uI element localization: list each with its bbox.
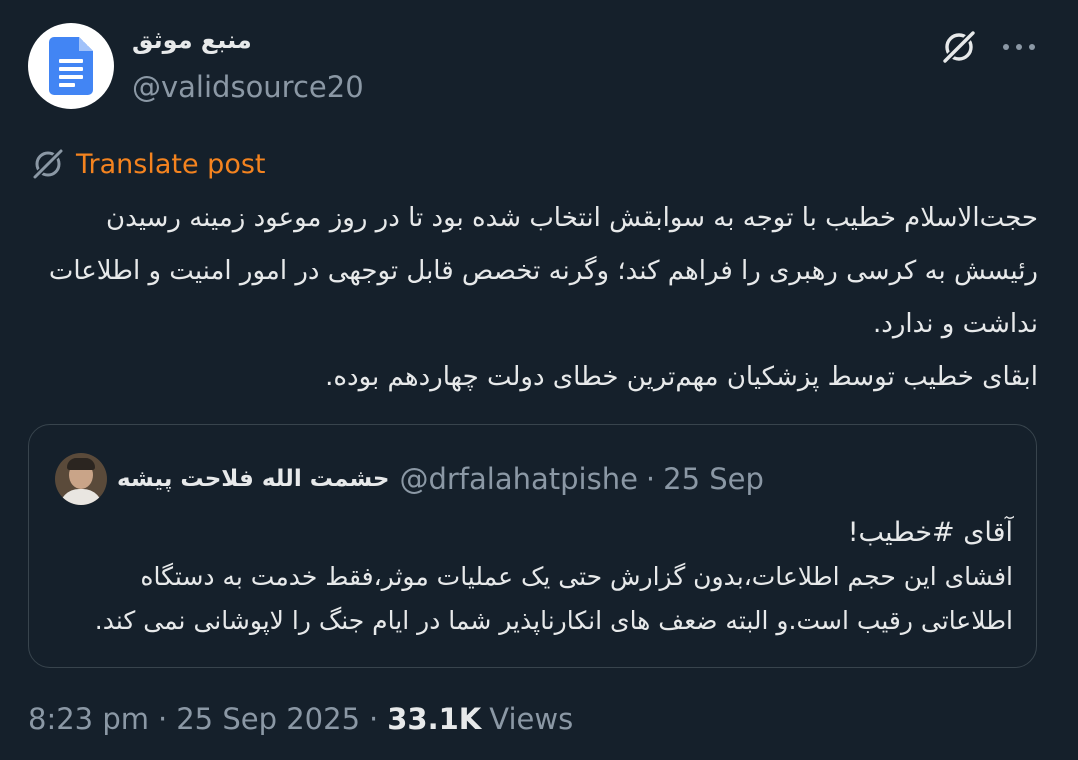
quoted-post-title: آقای #خطیب! — [847, 517, 1013, 548]
more-horizontal-icon — [1003, 44, 1035, 50]
quoted-post-date[interactable]: 25 Sep — [663, 462, 764, 496]
quoted-post[interactable]: حشمت الله فلاحت پیشه @drfalahatpishe · 2… — [28, 424, 1037, 668]
post-date[interactable]: 25 Sep 2025 — [176, 702, 360, 736]
quoted-post-text: افشای این حجم اطلاعات،بدون گزارش حتی یک … — [94, 562, 1013, 635]
post-time[interactable]: 8:23 pm — [28, 702, 149, 736]
translate-post-link[interactable]: Translate post — [30, 146, 266, 182]
quoted-author-name[interactable]: حشمت الله فلاحت پیشه — [117, 466, 389, 492]
views-count[interactable]: 33.1K — [387, 702, 481, 736]
post-paragraph: حجت‌الاسلام خطیب با توجه به سوابقش انتخا… — [48, 203, 1038, 339]
quoted-post-body: آقای #خطیب! افشای این حجم اطلاعات،بدون گ… — [79, 511, 1013, 643]
author-avatar[interactable] — [28, 23, 114, 109]
post: منبع موثق @validsource20 Translate post … — [0, 0, 1078, 760]
google-docs-icon — [49, 37, 93, 95]
grok-translate-icon — [32, 148, 64, 180]
more-options-button[interactable] — [998, 26, 1040, 68]
quoted-author-handle[interactable]: @drfalahatpishe — [399, 462, 637, 496]
post-body: حجت‌الاسلام خطیب با توجه به سوابقش انتخا… — [30, 192, 1038, 404]
separator-dot: · — [645, 462, 656, 496]
post-meta: 8:23 pm · 25 Sep 2025 · 33.1K Views — [28, 702, 573, 736]
translate-label: Translate post — [76, 148, 266, 180]
separator-dot: · — [369, 702, 379, 736]
separator-dot: · — [158, 702, 168, 736]
post-paragraph: ابقای خطیب توسط پزشکیان مهم‌ترین خطای دو… — [325, 362, 1038, 392]
author-handle[interactable]: @validsource20 — [132, 70, 364, 104]
grok-icon — [942, 30, 976, 64]
author-name[interactable]: منبع موثق — [132, 26, 252, 54]
views-label: Views — [489, 702, 574, 736]
quoted-post-header: حشمت الله فلاحت پیشه @drfalahatpishe · 2… — [55, 453, 764, 505]
quoted-author-avatar[interactable] — [55, 453, 107, 505]
grok-button[interactable] — [938, 26, 980, 68]
